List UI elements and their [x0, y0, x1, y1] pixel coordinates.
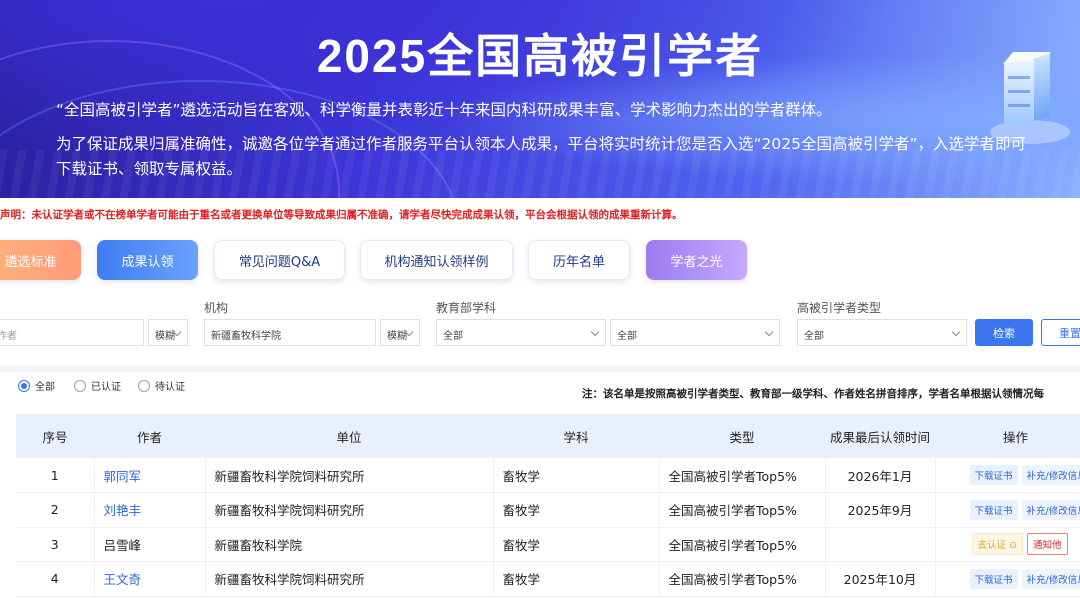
scholar-table: 序号 作者 单位 学科 类型 成果最后认领时间 操作 1 郭同军 新疆畜牧科学院…: [16, 414, 1080, 597]
nav-buttons: 遴选标准 成果认领 常见问题Q&A 机构通知认领样例 历年名单 学者之光: [0, 230, 1080, 290]
status-radio-pending[interactable]: 待认证: [138, 378, 185, 393]
table-row: 1 郭同军 新疆畜牧科学院饲料研究所 畜牧学 全国高被引学者Top5% 2026…: [16, 458, 1080, 493]
disclaimer-text: 声明：未认证学者或不在榜单学者可能由于重名或者更换单位等导致成果归属不准确，请学…: [0, 209, 683, 221]
results-panel: 全部 已认证 待认证 注：该名单是按照高被引学者类型、教育部一级学科、作者姓名拼…: [0, 372, 1080, 598]
edit-info-button[interactable]: 补充/修改信息: [1021, 465, 1080, 485]
org-label: 机构: [204, 301, 229, 315]
nav-scholar-light[interactable]: 学者之光: [646, 240, 747, 280]
cell-type: 全国高被引学者Top5%: [659, 458, 826, 493]
cell-subject: 畜牧学: [493, 561, 660, 597]
cell-author: 吕雪峰: [94, 527, 206, 562]
go-verify-button[interactable]: 去认证 ⊙: [971, 533, 1023, 556]
status-radio-verified[interactable]: 已认证: [74, 378, 121, 393]
col-header-type: 类型: [659, 414, 825, 458]
table-row: 3 吕雪峰 新疆畜牧科学院 畜牧学 全国高被引学者Top5% 去认证 ⊙ 通知他: [16, 527, 1080, 562]
cell-claim-time: 2025年10月: [825, 561, 936, 597]
cell-subject: 畜牧学: [493, 492, 660, 528]
cell-type: 全国高被引学者Top5%: [659, 492, 826, 528]
reset-button[interactable]: 重置: [1041, 319, 1080, 346]
cell-subject: 畜牧学: [493, 527, 660, 562]
status-radio-all[interactable]: 全部: [18, 378, 55, 393]
page-title: 2025全国高被引学者: [316, 30, 764, 82]
col-header-subject: 学科: [493, 414, 659, 458]
col-header-actions: 操作: [935, 414, 1080, 458]
col-header-author: 作者: [94, 414, 205, 458]
cell-no: 2: [16, 492, 95, 528]
nav-claim-results[interactable]: 成果认领: [97, 240, 198, 280]
cell-subject: 畜牧学: [493, 458, 660, 493]
edit-info-button[interactable]: 补充/修改信息: [1021, 499, 1080, 520]
table-row: 4 王文奇 新疆畜牧科学院饲料研究所 畜牧学 全国高被引学者Top5% 2025…: [16, 561, 1080, 597]
col-header-no: 序号: [16, 414, 94, 458]
cell-type: 全国高被引学者Top5%: [659, 527, 826, 562]
cell-type: 全国高被引学者Top5%: [659, 561, 826, 597]
table-row: 2 刘艳丰 新疆畜牧科学院饲料研究所 畜牧学 全国高被引学者Top5% 2025…: [16, 492, 1080, 528]
cell-no: 3: [16, 527, 95, 562]
edit-info-button[interactable]: 补充/修改信息: [1021, 568, 1080, 589]
cell-claim-time: 2025年9月: [825, 492, 936, 528]
author-link[interactable]: 刘艳丰: [104, 503, 142, 518]
type-label: 高被引学者类型: [797, 301, 882, 315]
org-match-select[interactable]: 模糊: [380, 319, 420, 346]
search-filters: 作者 模糊 机构 新疆畜牧科学院 模糊 教育部学科 全部 全部 高被引学者类型 …: [0, 290, 1080, 366]
sort-note: 注：该名单是按照高被引学者类型、教育部一级学科、作者姓名拼音排序，学者名单根据认…: [582, 388, 1044, 400]
author-link[interactable]: 王文奇: [104, 572, 142, 587]
radio-dot: [138, 379, 150, 392]
cell-unit: 新疆畜牧科学院饲料研究所: [205, 492, 494, 528]
radio-dot: [18, 379, 30, 392]
author-match-select[interactable]: 模糊: [148, 319, 188, 346]
cell-claim-time: 2026年1月: [825, 458, 936, 493]
subject-label: 教育部学科: [436, 301, 497, 315]
nav-faq[interactable]: 常见问题Q&A: [214, 240, 345, 280]
cell-unit: 新疆畜牧科学院: [205, 527, 494, 562]
cell-unit: 新疆畜牧科学院饲料研究所: [205, 458, 494, 493]
disclaimer-bar: 声明：未认证学者或不在榜单学者可能由于重名或者更换单位等导致成果归属不准确，请学…: [0, 198, 1080, 230]
download-certificate-button[interactable]: 下载证书: [969, 499, 1018, 520]
download-certificate-button[interactable]: 下载证书: [969, 465, 1018, 485]
nav-past-lists[interactable]: 历年名单: [528, 240, 630, 280]
hero-banner: 2025全国高被引学者 “全国高被引学者”遴选活动旨在客观、科学衡量并表彰近十年…: [0, 0, 1080, 198]
server-illustration-icon: [1002, 50, 1052, 124]
col-header-unit: 单位: [205, 414, 493, 458]
notify-scholar-button[interactable]: 通知他: [1026, 533, 1068, 556]
nav-selection-criteria[interactable]: 遴选标准: [0, 240, 81, 280]
col-header-claim-time: 成果最后认领时间: [825, 414, 935, 458]
banner-call-to-action: 为了保证成果归属准确性，诚邀各位学者通过作者服务平台认领本人成果，平台将实时统计…: [56, 135, 1027, 178]
author-input[interactable]: 作者: [0, 319, 144, 346]
cell-no: 1: [16, 458, 95, 493]
table-header-row: 序号 作者 单位 学科 类型 成果最后认领时间 操作: [16, 414, 1080, 458]
org-input[interactable]: 新疆畜牧科学院: [204, 319, 376, 346]
search-button[interactable]: 检索: [975, 319, 1033, 346]
page: 2025全国高被引学者 “全国高被引学者”遴选活动旨在客观、科学衡量并表彰近十年…: [0, 0, 1080, 598]
banner-intro: “全国高被引学者”遴选活动旨在客观、科学衡量并表彰近十年来国内科研成果丰富、学术…: [56, 101, 832, 119]
cell-claim-time: [825, 527, 936, 562]
cell-no: 4: [16, 561, 95, 597]
radio-dot: [74, 379, 86, 392]
subject-primary-select[interactable]: 全部: [436, 319, 606, 346]
cell-unit: 新疆畜牧科学院饲料研究所: [205, 561, 494, 597]
nav-org-notice-sample[interactable]: 机构通知认领样例: [360, 240, 513, 280]
subject-secondary-select[interactable]: 全部: [610, 319, 780, 346]
author-link[interactable]: 郭同军: [104, 469, 142, 484]
download-certificate-button[interactable]: 下载证书: [969, 568, 1018, 589]
type-select[interactable]: 全部: [797, 319, 967, 346]
